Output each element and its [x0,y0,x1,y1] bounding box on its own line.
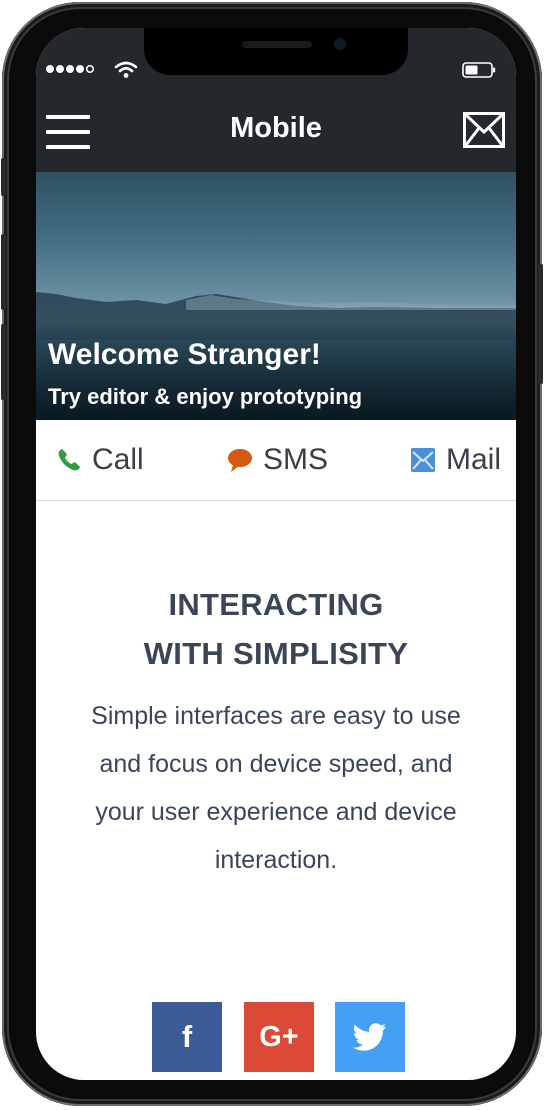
section-body: Simple interfaces are easy to use and fo… [91,702,461,874]
facebook-icon: f [181,1019,193,1054]
speaker-grille [242,41,312,48]
sms-label: SMS [263,443,329,476]
app-header: Mobile [36,28,516,172]
notch [144,28,408,75]
header-title: Mobile [230,112,322,144]
twitter-bird-icon [353,1023,386,1051]
mute-switch [1,158,6,196]
power-button [538,264,543,384]
wifi-icon [114,61,138,78]
call-button[interactable]: Call [56,440,144,480]
phone-icon [58,449,80,471]
hero-title: Welcome Stranger! [48,338,321,371]
phone-frame: Mobile Welcome Stranger! Try editor & en… [1,2,543,1106]
call-label: Call [92,443,144,476]
mail-label: Mail [446,443,502,476]
volume-up-button [1,234,6,310]
twitter-button[interactable] [335,1002,405,1072]
heading-line-2: WITH SIMPLISITY [143,636,409,671]
hero-banner: Welcome Stranger! Try editor & enjoy pro… [36,172,516,420]
sms-button[interactable]: SMS [227,440,328,480]
section-heading: INTERACTING WITH SIMPLISITY [36,580,516,678]
speech-bubble-icon [228,449,252,472]
mail-icon [411,448,435,472]
heading-line-1: INTERACTING [168,587,384,622]
volume-down-button [1,324,6,400]
signal-dots-icon [46,65,94,73]
google-plus-button[interactable]: G+ [244,1002,314,1072]
hero-subtitle: Try editor & enjoy prototyping [48,384,363,409]
phone-screen: Mobile Welcome Stranger! Try editor & en… [36,28,516,1080]
facebook-button[interactable]: f [152,1002,222,1072]
google-plus-icon: G+ [259,1020,299,1053]
contact-bar: Call SMS Mail [36,420,516,501]
envelope-icon[interactable] [461,108,507,152]
battery-icon [462,62,496,78]
front-camera [334,38,346,50]
mail-button[interactable]: Mail [410,440,501,480]
